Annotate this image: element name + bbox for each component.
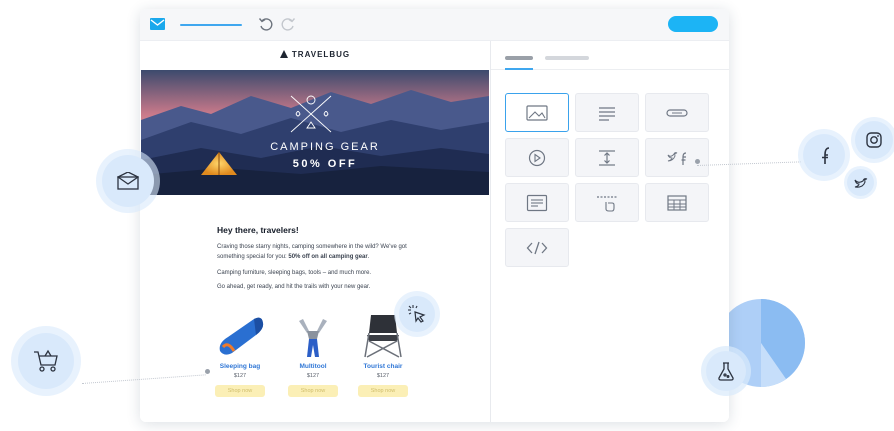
email-canvas: TRAVELBUG CAMPING GEAR 50% OFF Hey there… <box>140 41 490 422</box>
divider-block-icon <box>597 195 617 212</box>
click-cursor-bubble <box>399 296 435 332</box>
tab-blocks[interactable] <box>505 56 533 60</box>
flask-bubble <box>706 351 746 391</box>
email-greeting: Hey there, travelers! <box>217 225 299 235</box>
block-table[interactable] <box>645 183 709 222</box>
twitter-icon <box>853 177 867 188</box>
editor-window: TRAVELBUG CAMPING GEAR 50% OFF Hey there… <box>140 9 729 422</box>
shop-now-button[interactable]: Shop now <box>288 385 338 397</box>
hero-banner-image[interactable] <box>141 70 489 195</box>
flask-icon <box>718 362 734 381</box>
undo-icon[interactable] <box>258 16 274 32</box>
product-card: Sleeping bag $127 Shop now <box>210 311 270 397</box>
product-name[interactable]: Tourist chair <box>353 363 413 370</box>
twitter-bubble <box>847 169 874 196</box>
block-button[interactable] <box>645 93 709 132</box>
block-html[interactable] <box>505 228 569 267</box>
block-image[interactable] <box>505 93 569 132</box>
connector-dot <box>205 369 210 374</box>
paragraph-1-highlight: 50% off on all camping gear <box>288 254 368 260</box>
product-price: $127 <box>376 373 390 379</box>
envelope-icon[interactable] <box>150 18 165 30</box>
instagram-bubble <box>855 121 893 159</box>
social-block-icon <box>667 151 687 165</box>
paragraph-1-end: . <box>367 254 370 260</box>
editor-toolbar <box>140 9 729 41</box>
shop-now-button[interactable]: Shop now <box>358 385 408 397</box>
email-paragraph-1: Craving those starry nights, camping som… <box>217 242 422 262</box>
video-block-icon <box>528 149 546 166</box>
product-card: Multitool $127 Shop now <box>283 311 343 397</box>
hero-subtitle: 50% OFF <box>292 158 358 170</box>
button-block-icon <box>666 108 688 117</box>
hero-title: CAMPING GEAR <box>270 141 380 153</box>
product-name[interactable]: Sleeping bag <box>210 363 270 370</box>
block-text[interactable] <box>575 93 639 132</box>
spacer-block-icon <box>599 149 615 166</box>
instagram-icon <box>866 132 882 148</box>
product-name[interactable]: Multitool <box>283 363 343 370</box>
brand-name: TRAVELBUG <box>291 50 351 59</box>
table-block-icon <box>667 194 687 211</box>
brand-header: TRAVELBUG <box>140 50 490 59</box>
email-paragraph-2: Camping furniture, sleeping bags, tools … <box>217 270 372 276</box>
block-text-box[interactable] <box>505 183 569 222</box>
image-block-icon <box>526 104 548 121</box>
pointer-click-icon <box>408 305 426 323</box>
active-tab-indicator <box>505 68 533 70</box>
stage: TRAVELBUG CAMPING GEAR 50% OFF Hey there… <box>0 0 894 431</box>
tent-logo-icon <box>279 50 288 58</box>
text-block-icon <box>599 106 615 121</box>
shopping-cart-icon <box>34 349 58 372</box>
cart-bubble <box>18 333 74 389</box>
sleeping-bag-image <box>219 317 264 355</box>
facebook-icon <box>822 147 830 164</box>
product-price: $127 <box>233 373 247 379</box>
envelope-icon <box>117 172 139 190</box>
product-price: $127 <box>306 373 320 379</box>
html-code-block-icon <box>526 241 548 254</box>
connector-dot <box>695 159 700 164</box>
facebook-bubble <box>803 134 845 176</box>
block-divider[interactable] <box>575 183 639 222</box>
block-spacer[interactable] <box>575 138 639 177</box>
redo-icon[interactable] <box>280 16 296 32</box>
blocks-panel <box>490 41 729 422</box>
block-social[interactable] <box>645 138 709 177</box>
tab-settings[interactable] <box>545 56 589 60</box>
template-title-bar[interactable] <box>180 24 242 26</box>
shop-now-button[interactable]: Shop now <box>215 385 265 397</box>
envelope-bubble <box>102 155 154 207</box>
multitool-image <box>299 319 327 357</box>
text-box-block-icon <box>526 194 548 211</box>
block-video[interactable] <box>505 138 569 177</box>
email-paragraph-3: Go ahead, get ready, and hit the trails … <box>217 284 371 290</box>
save-button[interactable] <box>668 16 718 32</box>
